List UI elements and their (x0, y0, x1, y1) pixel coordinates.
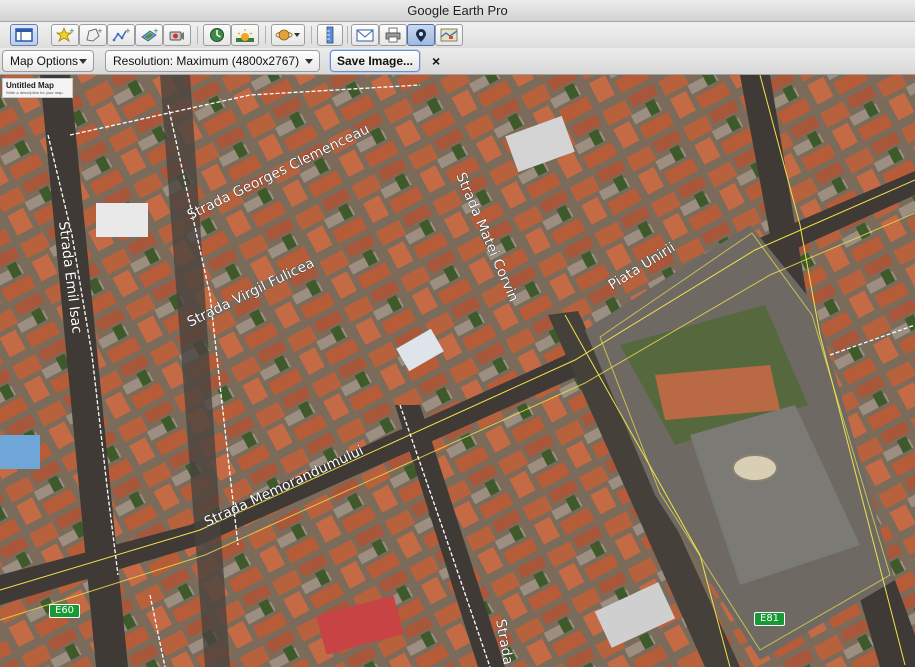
add-path-button[interactable]: + (107, 24, 135, 46)
ruler-button[interactable] (317, 24, 343, 46)
switch-planet-button[interactable] (271, 24, 305, 46)
window-title: Google Earth Pro (407, 3, 508, 18)
add-polygon-icon: + (86, 27, 102, 42)
chevron-down-icon (305, 59, 313, 64)
toolbar-separator (347, 26, 348, 44)
svg-text:+: + (69, 27, 74, 35)
resolution-label: Resolution: Maximum (4800x2767) (113, 54, 300, 68)
view-in-maps-button[interactable] (435, 24, 463, 46)
save-image-button[interactable]: Save Image... (330, 50, 420, 72)
add-polygon-button[interactable]: + (79, 24, 107, 46)
view-in-maps-icon (440, 28, 458, 42)
add-image-overlay-button[interactable]: + (135, 24, 163, 46)
legend-title: Untitled Map (6, 81, 54, 90)
add-placemark-icon: + (56, 27, 74, 42)
legend-description: Write a description for your map. (6, 90, 64, 95)
map-options-dropdown[interactable]: Map Options (2, 50, 94, 72)
resolution-dropdown[interactable]: Resolution: Maximum (4800x2767) (105, 50, 320, 72)
svg-text:+: + (97, 27, 102, 35)
sidebar-toggle-icon (15, 28, 33, 42)
save-image-options-bar: Map Options Resolution: Maximum (4800x27… (0, 48, 915, 75)
route-shield: E81 (754, 612, 786, 626)
save-image-icon (416, 29, 426, 42)
sidebar-toggle-button[interactable] (10, 24, 38, 46)
email-icon (356, 29, 374, 42)
record-tour-button[interactable] (163, 24, 191, 46)
historical-imagery-button[interactable] (203, 24, 231, 46)
chevron-down-icon (79, 59, 87, 64)
save-image-toolbar-button[interactable] (407, 24, 435, 46)
sunlight-button[interactable] (231, 24, 259, 46)
print-icon (385, 27, 401, 43)
window-title-bar: Google Earth Pro (0, 0, 915, 22)
toolbar-separator (197, 26, 198, 44)
historical-imagery-icon (210, 28, 224, 42)
sunlight-icon (236, 29, 254, 42)
close-icon[interactable]: × (432, 51, 440, 71)
record-tour-icon (169, 31, 184, 41)
toolbar-separator (265, 26, 266, 44)
switch-planet-icon (275, 29, 300, 41)
main-toolbar: + + + + (0, 22, 915, 48)
map-legend[interactable]: Untitled Map Write a description for you… (2, 78, 73, 98)
toolbar-separator (311, 26, 312, 44)
route-shield: E60 (49, 604, 81, 618)
add-path-icon: + (112, 27, 130, 42)
email-button[interactable] (351, 24, 379, 46)
svg-text:+: + (125, 27, 130, 35)
svg-text:+: + (153, 27, 158, 35)
add-placemark-button[interactable]: + (51, 24, 79, 46)
ruler-icon (326, 26, 334, 44)
map-options-label: Map Options (10, 54, 79, 68)
satellite-imagery: Strada Georges Clemenceau Strada Virgil … (0, 75, 915, 667)
print-button[interactable] (379, 24, 407, 46)
add-image-overlay-icon: + (141, 27, 158, 42)
map-view[interactable]: Strada Georges Clemenceau Strada Virgil … (0, 75, 915, 667)
